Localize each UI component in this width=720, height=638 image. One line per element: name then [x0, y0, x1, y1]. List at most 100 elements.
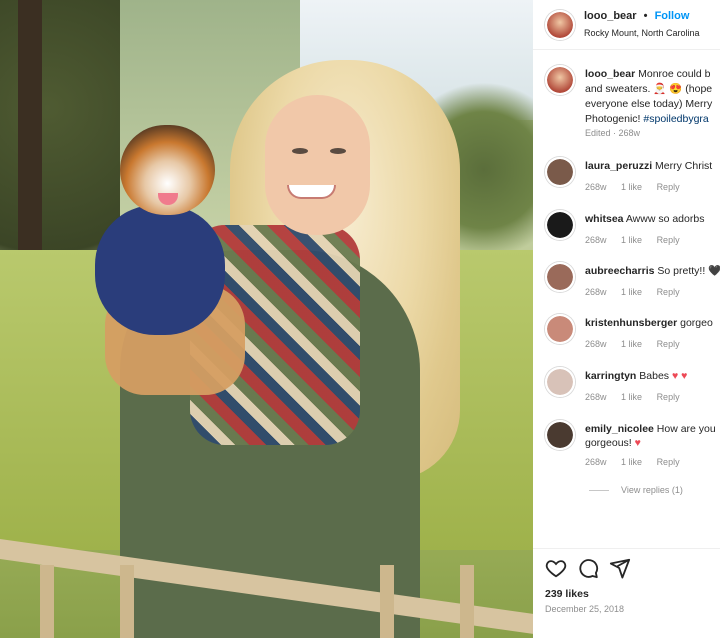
avatar[interactable] — [545, 262, 575, 292]
avatar[interactable] — [545, 314, 575, 344]
comment: kristenhunsberger gorgeo 268w 1 like Rep… — [533, 314, 720, 364]
avatar-image — [547, 212, 573, 238]
caption-text: looo_bear Monroe could b and sweaters. 🎅… — [585, 67, 720, 127]
wooden-railing — [0, 505, 533, 638]
action-bar — [533, 548, 720, 581]
comment-time: 268w — [585, 182, 607, 192]
share-icon[interactable] — [609, 557, 631, 579]
smile — [287, 185, 336, 199]
comment-username[interactable]: kristenhunsberger — [585, 317, 677, 329]
comment: emily_nicolee How are you gorgeous! ♥ 26… — [533, 420, 720, 480]
comment-text: emily_nicolee How are you gorgeous! ♥ — [585, 422, 720, 450]
avatar-image — [547, 67, 573, 93]
comment-body: gorgeo — [677, 317, 713, 329]
avatar-image — [547, 369, 573, 395]
comment-username[interactable]: karringtyn — [585, 370, 636, 382]
comment-likes[interactable]: 1 like — [621, 287, 642, 297]
comment-meta: 268w 1 like Reply — [585, 182, 692, 192]
comment-text: aubreecharris So pretty!! 🖤 — [585, 264, 720, 278]
comment-body: So pretty!! 🖤 — [654, 265, 720, 277]
header-username[interactable]: looo_bear — [584, 10, 637, 22]
comment-text: karringtyn Babes ♥ ♥ — [585, 369, 720, 383]
comment-body: Babes — [636, 370, 670, 382]
comment-likes[interactable]: 1 like — [621, 235, 642, 245]
instagram-post: looo_bear • Follow Rocky Mount, North Ca… — [0, 0, 720, 638]
rail-post — [460, 565, 474, 638]
woman-face — [265, 95, 370, 235]
comment-likes[interactable]: 1 like — [621, 392, 642, 402]
comment: aubreecharris So pretty!! 🖤 268w 1 like … — [533, 262, 720, 312]
comment-likes[interactable]: 1 like — [621, 457, 642, 467]
avatar-image — [547, 264, 573, 290]
comment-text: kristenhunsberger gorgeo — [585, 316, 720, 330]
avatar-image — [547, 12, 573, 38]
likes-count[interactable]: 239 likes — [545, 588, 589, 600]
avatar[interactable] — [545, 210, 575, 240]
comment-time: 268w — [585, 457, 607, 467]
comment-likes[interactable]: 1 like — [621, 182, 642, 192]
avatar-image — [547, 159, 573, 185]
comment: karringtyn Babes ♥ ♥ 268w 1 like Reply — [533, 367, 720, 417]
eye-left — [292, 148, 308, 154]
comment-time: 268w — [585, 287, 607, 297]
comment-likes[interactable]: 1 like — [621, 339, 642, 349]
comment-text: whitsea Awww so adorbs — [585, 212, 720, 226]
avatar[interactable] — [545, 10, 575, 40]
comment-meta: 268w 1 like Reply — [585, 339, 692, 349]
caption-line-2: and sweaters. 🎅 😍 (hope — [585, 83, 713, 95]
hashtag-link[interactable]: #spoiledbygra — [643, 113, 708, 125]
avatar[interactable] — [545, 367, 575, 397]
follow-button[interactable]: Follow — [655, 10, 690, 22]
caption-line-3: everyone else today) Merry — [585, 98, 713, 110]
comment-username[interactable]: emily_nicolee — [585, 423, 654, 435]
caption-username[interactable]: looo_bear — [585, 68, 635, 80]
rail-post — [120, 565, 134, 638]
comment-meta: 268w 1 like Reply — [585, 287, 692, 297]
comment-body: How are you — [653, 423, 716, 435]
avatar-image — [547, 422, 573, 448]
edited-label: Edited · 268w — [585, 128, 641, 138]
avatar[interactable] — [545, 157, 575, 187]
post-sidebar: looo_bear • Follow Rocky Mount, North Ca… — [533, 0, 720, 638]
view-replies-label: View replies (1) — [621, 485, 683, 495]
reply-button[interactable]: Reply — [657, 182, 680, 192]
avatar[interactable] — [545, 420, 575, 450]
comment-text: laura_peruzzi Merry Christ — [585, 159, 720, 173]
comment-body: Awww so adorbs — [623, 213, 705, 225]
post-date: December 25, 2018 — [545, 604, 625, 614]
comment-username[interactable]: aubreecharris — [585, 265, 654, 277]
comment-time: 268w — [585, 339, 607, 349]
separator: • — [643, 10, 648, 22]
comment-meta: 268w 1 like Reply — [585, 235, 692, 245]
comment-body: Merry Christ — [652, 160, 713, 172]
view-replies-button[interactable]: View replies (1) — [589, 485, 683, 495]
reply-button[interactable]: Reply — [657, 339, 680, 349]
comment: laura_peruzzi Merry Christ 268w 1 like R… — [533, 157, 720, 207]
rail-post — [380, 565, 394, 638]
post-photo[interactable] — [0, 0, 533, 638]
comment-time: 268w — [585, 392, 607, 402]
reply-button[interactable]: Reply — [657, 287, 680, 297]
comment-icon[interactable] — [577, 557, 599, 579]
caption-line-1: Monroe could b — [635, 68, 711, 80]
eye-right — [330, 148, 346, 154]
comment-meta: 268w 1 like Reply — [585, 392, 692, 402]
reply-button[interactable]: Reply — [657, 457, 680, 467]
rail-post — [40, 565, 54, 638]
reply-button[interactable]: Reply — [657, 235, 680, 245]
post-header: looo_bear • Follow Rocky Mount, North Ca… — [533, 0, 720, 50]
replies-line — [589, 490, 609, 492]
rail-top — [0, 539, 533, 634]
heart-emoji-icon: ♥ — [634, 437, 641, 449]
header-user-line: looo_bear • Follow — [584, 10, 689, 22]
avatar-image — [547, 316, 573, 342]
location[interactable]: Rocky Mount, North Carolina — [584, 28, 700, 38]
comment: whitsea Awww so adorbs 268w 1 like Reply — [533, 210, 720, 260]
comment-username[interactable]: whitsea — [585, 213, 624, 225]
dog — [85, 125, 245, 395]
comment-username[interactable]: laura_peruzzi — [585, 160, 652, 172]
comment-body-line-2: gorgeous! — [585, 437, 635, 449]
heart-icon[interactable] — [545, 557, 567, 579]
avatar[interactable] — [545, 65, 575, 95]
reply-button[interactable]: Reply — [657, 392, 680, 402]
